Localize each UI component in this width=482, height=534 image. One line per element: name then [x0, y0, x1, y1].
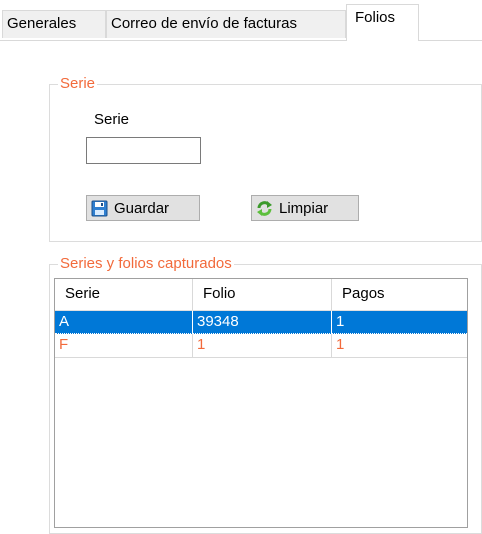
- floppy-disk-icon: [91, 200, 108, 217]
- save-button[interactable]: Guardar: [86, 195, 200, 221]
- clear-button[interactable]: Limpiar: [251, 195, 359, 221]
- refresh-arrows-icon: [256, 200, 273, 217]
- cell-pagos[interactable]: 1: [332, 334, 467, 357]
- series-folios-grid[interactable]: Serie Folio Pagos A 39348 1 F 1 1: [54, 278, 468, 528]
- save-button-label: Guardar: [114, 199, 170, 217]
- cell-serie[interactable]: A: [55, 311, 193, 334]
- column-header-serie[interactable]: Serie: [55, 279, 193, 310]
- cell-folio[interactable]: 39348: [193, 311, 332, 334]
- tab-correo-envio-facturas[interactable]: Correo de envío de facturas: [106, 10, 346, 38]
- table-row[interactable]: F 1 1: [55, 334, 467, 358]
- grid-header-row: Serie Folio Pagos: [55, 279, 467, 311]
- serie-input[interactable]: [86, 137, 201, 164]
- column-header-folio[interactable]: Folio: [193, 279, 332, 310]
- tab-strip: Generales Correo de envío de facturas Fo…: [0, 0, 482, 41]
- column-header-pagos[interactable]: Pagos: [332, 279, 467, 310]
- serie-group-title: Serie: [58, 75, 98, 93]
- cell-serie[interactable]: F: [55, 334, 193, 357]
- tab-folios[interactable]: Folios: [346, 4, 419, 41]
- cell-pagos[interactable]: 1: [332, 311, 467, 334]
- captured-series-group-title: Series y folios capturados: [58, 255, 234, 273]
- cell-folio[interactable]: 1: [193, 334, 332, 357]
- serie-field-label: Serie: [94, 111, 130, 128]
- clear-button-label: Limpiar: [279, 199, 329, 217]
- table-row[interactable]: A 39348 1: [55, 311, 467, 334]
- tab-generales[interactable]: Generales: [2, 10, 106, 38]
